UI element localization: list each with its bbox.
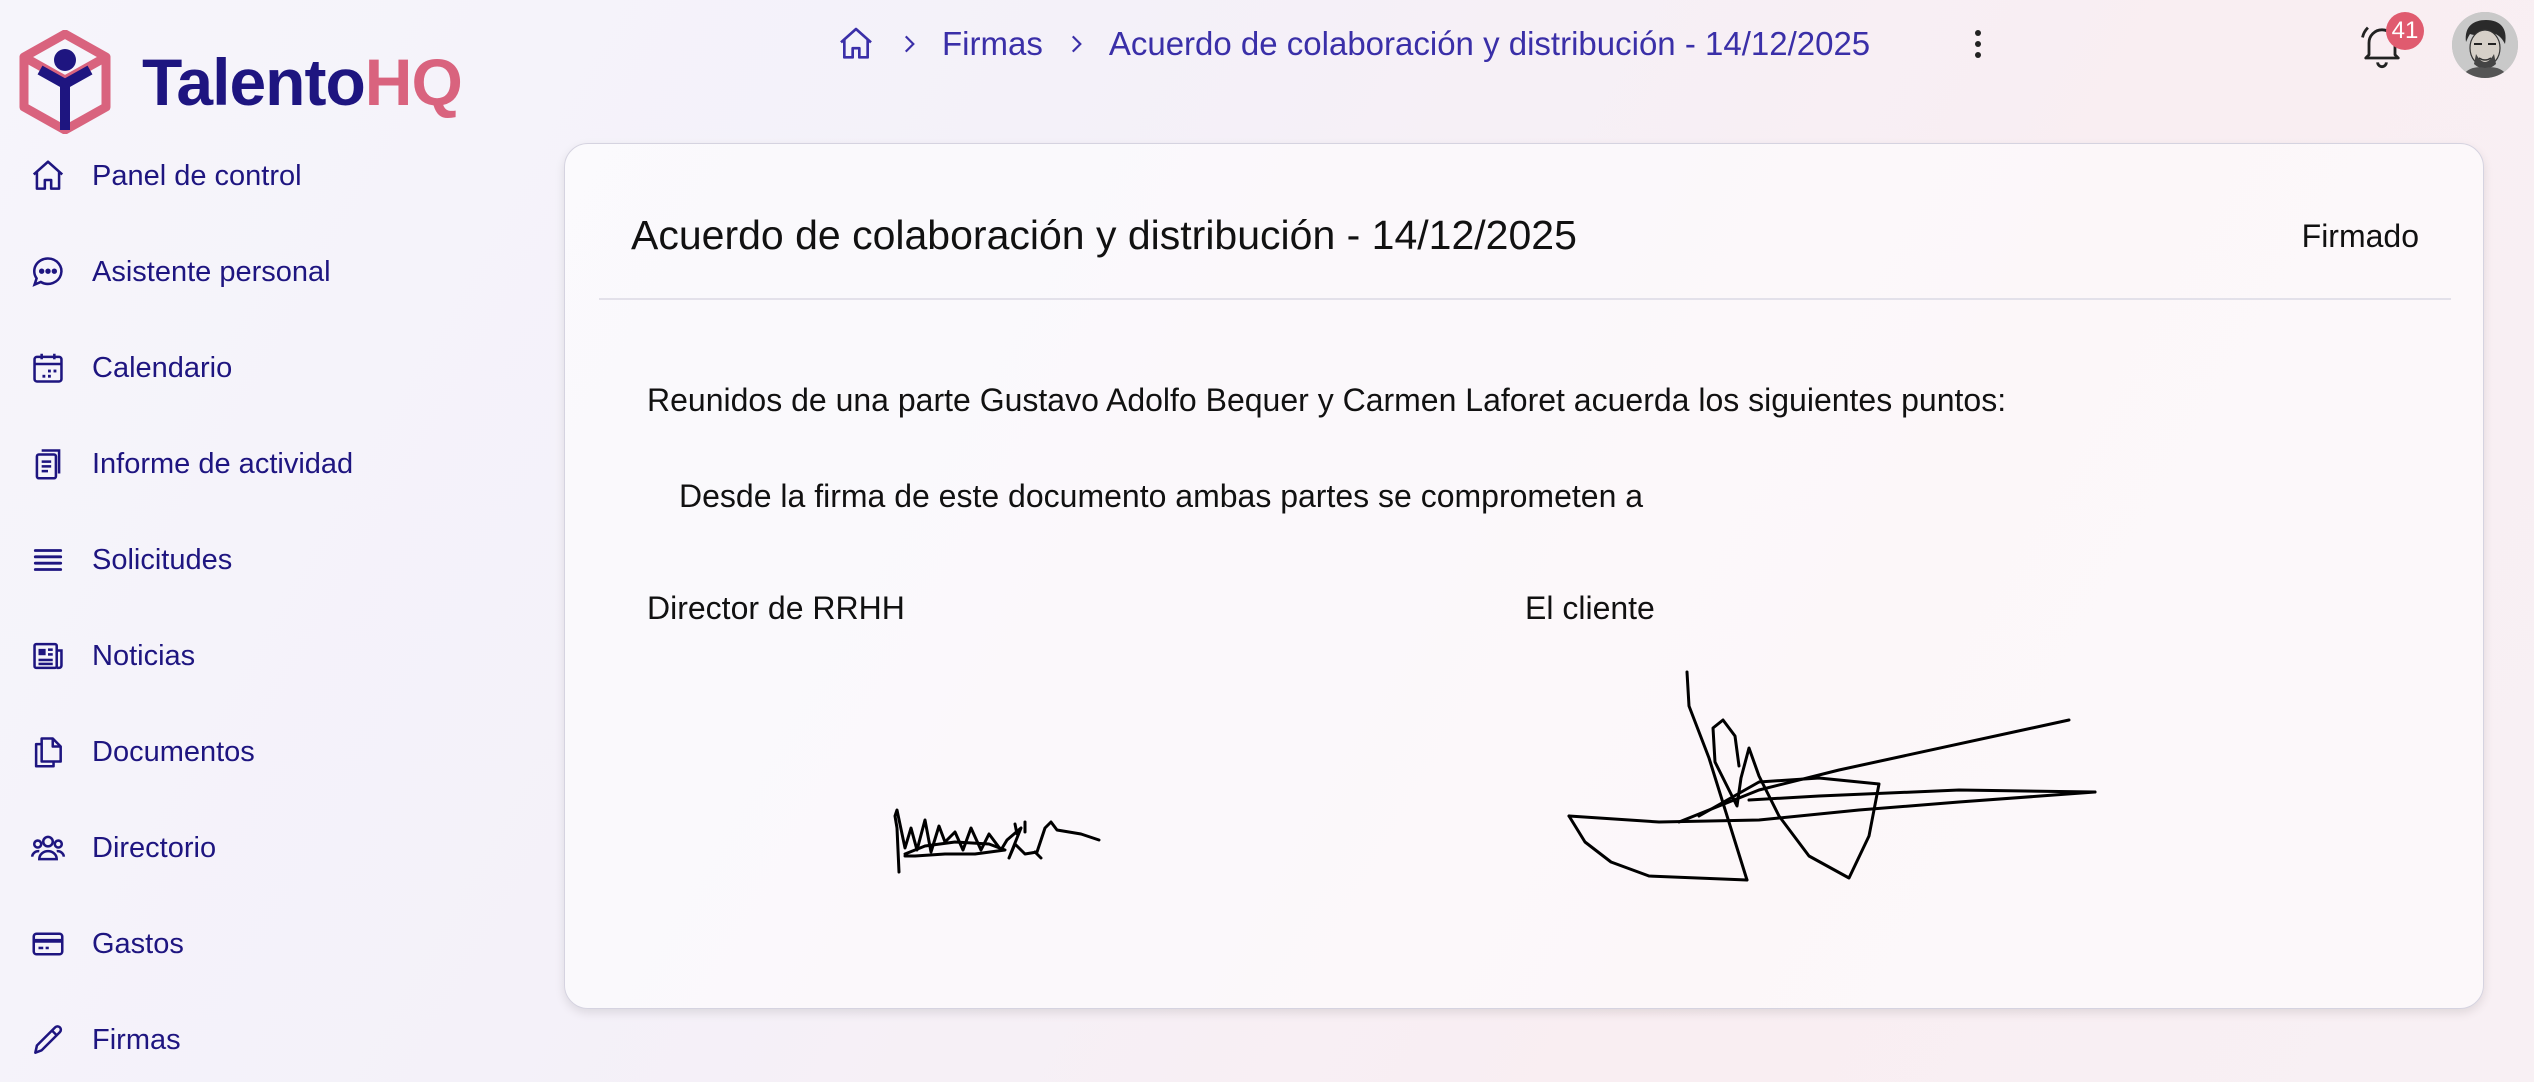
document-card: Acuerdo de colaboración y distribución -…	[564, 143, 2484, 1009]
kebab-menu-icon[interactable]	[1966, 22, 1990, 66]
talentohq-logo[interactable]	[18, 30, 112, 134]
document-paragraph: Desde la firma de este documento ambas p…	[679, 478, 1644, 514]
signature-cliente-image	[1567, 670, 2097, 882]
newspaper-icon	[28, 636, 68, 676]
sidebar-item-label: Documentos	[92, 735, 255, 768]
sidebar-item-firmas[interactable]: Firmas	[28, 1010, 181, 1070]
document-status: Firmado	[2301, 218, 2419, 254]
breadcrumb-item-firmas[interactable]: Firmas	[942, 25, 1043, 63]
chat-bubble-icon	[28, 252, 68, 292]
sidebar-item-asistente-personal[interactable]: Asistente personal	[28, 242, 331, 302]
sidebar-item-label: Noticias	[92, 639, 196, 672]
sidebar-item-label: Informe de actividad	[92, 447, 354, 480]
sidebar-item-label: Firmas	[92, 1023, 181, 1056]
breadcrumb-home-icon[interactable]	[836, 24, 876, 64]
home-icon	[28, 156, 68, 196]
sidebar-item-calendario[interactable]: Calendario	[28, 338, 232, 398]
signature-label-cliente: El cliente	[1525, 590, 1655, 626]
sidebar-item-informe-de-actividad[interactable]: Informe de actividad	[28, 434, 353, 494]
sidebar-item-directorio[interactable]: Directorio	[28, 818, 216, 878]
sidebar-item-label: Calendario	[92, 351, 233, 384]
users-icon	[28, 828, 68, 868]
breadcrumb-item-current[interactable]: Acuerdo de colaboración y distribución -…	[1109, 25, 1870, 63]
credit-card-icon	[28, 924, 68, 964]
chevron-right-icon	[1063, 31, 1089, 57]
sidebar-item-solicitudes[interactable]: Solicitudes	[28, 530, 232, 590]
breadcrumb: Firmas Acuerdo de colaboración y distrib…	[836, 18, 1870, 70]
list-icon	[28, 540, 68, 580]
divider	[599, 298, 2451, 300]
sidebar-item-label: Gastos	[92, 927, 184, 960]
notifications-button[interactable]: 41	[2356, 12, 2424, 72]
logo-cube-icon	[19, 30, 111, 134]
brand-name-part1: Talento	[142, 45, 366, 119]
sidebar-item-label: Panel de control	[92, 159, 302, 192]
sidebar-item-gastos[interactable]: Gastos	[28, 914, 184, 974]
sidebar-item-label: Solicitudes	[92, 543, 233, 576]
brand-name: TalentoHQ	[142, 42, 463, 122]
sidebar-item-panel-de-control[interactable]: Panel de control	[28, 146, 302, 206]
sidebar-item-label: Directorio	[92, 831, 217, 864]
clipboard-icon	[28, 444, 68, 484]
signature-label-director: Director de RRHH	[647, 590, 905, 626]
document-paragraph: Reunidos de una parte Gustavo Adolfo Beq…	[647, 382, 2007, 418]
pen-icon	[28, 1020, 68, 1060]
sidebar-item-documentos[interactable]: Documentos	[28, 722, 255, 782]
sidebar-item-label: Asistente personal	[92, 255, 331, 288]
signature-director-image	[893, 808, 1101, 874]
brand-name-part2: HQ	[364, 45, 463, 119]
notification-count-badge: 41	[2386, 12, 2424, 50]
user-avatar[interactable]	[2452, 12, 2518, 78]
documents-icon	[28, 732, 68, 772]
chevron-right-icon	[896, 31, 922, 57]
document-title: Acuerdo de colaboración y distribución -…	[631, 212, 1577, 258]
sidebar-item-noticias[interactable]: Noticias	[28, 626, 195, 686]
calendar-icon	[28, 348, 68, 388]
